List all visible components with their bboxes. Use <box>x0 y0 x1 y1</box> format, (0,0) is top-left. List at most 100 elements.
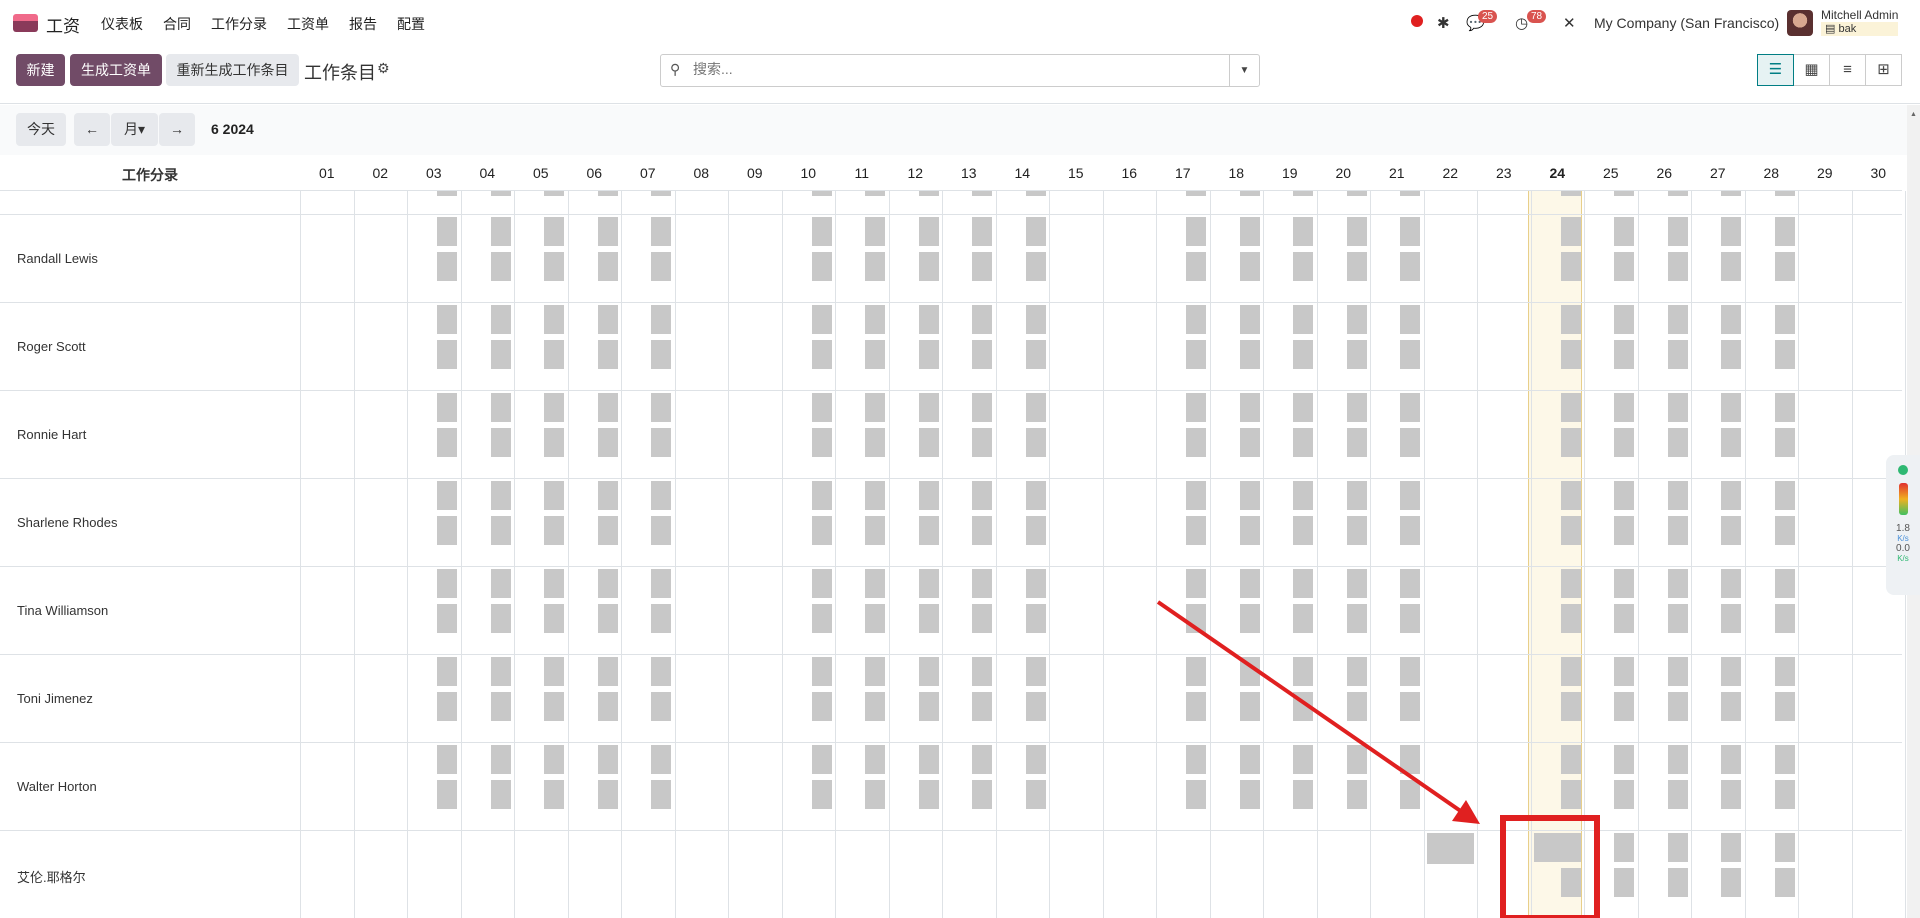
work-entry-bar[interactable] <box>1346 217 1367 246</box>
work-entry-bar[interactable] <box>1614 868 1634 897</box>
work-entry-bar[interactable] <box>1186 604 1206 633</box>
work-entry-bar[interactable] <box>651 481 671 510</box>
bug-icon[interactable]: ✱ <box>1437 14 1450 32</box>
regenerate-work-entries-button[interactable]: 重新生成工作条目 <box>166 54 299 86</box>
work-entry-bar[interactable] <box>1667 252 1688 281</box>
work-entry-bar[interactable] <box>490 217 511 246</box>
work-entry-bar[interactable] <box>972 217 992 246</box>
work-entry-bar[interactable] <box>1400 569 1420 598</box>
work-entry-bar[interactable] <box>490 481 511 510</box>
work-entry-bar[interactable] <box>811 692 832 721</box>
work-entry-bar[interactable] <box>865 393 885 422</box>
work-entry-bar[interactable] <box>651 217 671 246</box>
work-entry-bar[interactable] <box>1293 516 1313 545</box>
work-entry-bar[interactable] <box>651 340 671 369</box>
work-entry-bar[interactable] <box>1239 305 1260 334</box>
work-entry-bar[interactable] <box>1560 481 1581 510</box>
work-entry-bar[interactable] <box>1239 428 1260 457</box>
work-entry-bar[interactable] <box>1239 604 1260 633</box>
work-entry-bar[interactable] <box>811 516 832 545</box>
work-entry-bar[interactable] <box>437 305 457 334</box>
work-entry-bar[interactable] <box>437 516 457 545</box>
work-entry-bar[interactable] <box>1400 780 1420 809</box>
work-entry-bar[interactable] <box>597 217 618 246</box>
work-entry-bar[interactable] <box>1560 657 1581 686</box>
work-entry-bar[interactable] <box>811 481 832 510</box>
work-entry-bar[interactable] <box>1721 604 1741 633</box>
work-entry-bar[interactable] <box>1400 428 1420 457</box>
work-entry-bar[interactable] <box>918 780 939 809</box>
menu-dashboard[interactable]: 仪表板 <box>101 14 143 34</box>
work-entry-bar[interactable] <box>437 745 457 774</box>
work-entry-bar[interactable] <box>1667 569 1688 598</box>
work-entry-bar[interactable] <box>490 252 511 281</box>
work-entry-bar[interactable] <box>490 516 511 545</box>
work-entry-bar[interactable] <box>918 191 939 196</box>
work-entry-bar[interactable] <box>1400 340 1420 369</box>
work-entry-bar[interactable] <box>1239 340 1260 369</box>
work-entry-bar[interactable] <box>1346 516 1367 545</box>
work-entry-bar[interactable] <box>544 569 564 598</box>
work-entry-bar[interactable] <box>1025 217 1046 246</box>
payroll-app-icon[interactable] <box>13 14 38 32</box>
work-entry-bar[interactable] <box>1346 252 1367 281</box>
work-entry-bar[interactable] <box>1025 780 1046 809</box>
work-entry-bar[interactable] <box>490 305 511 334</box>
work-entry-bar[interactable] <box>918 692 939 721</box>
app-name[interactable]: 工资 <box>46 12 80 37</box>
work-entry-bar[interactable] <box>544 305 564 334</box>
scroll-up-icon[interactable]: ▲ <box>1910 111 1917 118</box>
work-entry-bar[interactable] <box>1346 428 1367 457</box>
work-entry-bar[interactable] <box>972 692 992 721</box>
work-entry-bar[interactable] <box>1721 393 1741 422</box>
work-entry-bar[interactable] <box>490 780 511 809</box>
work-entry-bar[interactable] <box>1346 604 1367 633</box>
work-entry-bar[interactable] <box>1186 692 1206 721</box>
work-entry-bar[interactable] <box>1721 516 1741 545</box>
work-entry-bar[interactable] <box>1186 252 1206 281</box>
work-entry-bar[interactable] <box>597 692 618 721</box>
work-entry-bar[interactable] <box>597 305 618 334</box>
work-entry-bar[interactable] <box>972 481 992 510</box>
work-entry-bar[interactable] <box>1400 745 1420 774</box>
work-entry-bar[interactable] <box>1400 191 1420 196</box>
work-entry-bar[interactable] <box>1533 833 1581 862</box>
work-entry-bar[interactable] <box>1560 569 1581 598</box>
work-entry-bar[interactable] <box>1774 516 1795 545</box>
work-entry-bar[interactable] <box>918 217 939 246</box>
work-entry-bar[interactable] <box>1614 833 1634 862</box>
menu-reporting[interactable]: 报告 <box>349 14 377 34</box>
work-entry-bar[interactable] <box>437 657 457 686</box>
work-entry-bar[interactable] <box>544 393 564 422</box>
work-entry-bar[interactable] <box>1186 217 1206 246</box>
work-entry-bar[interactable] <box>1346 780 1367 809</box>
work-entry-bar[interactable] <box>811 191 832 196</box>
work-entry-bar[interactable] <box>437 780 457 809</box>
work-entry-bar[interactable] <box>437 604 457 633</box>
work-entry-bar[interactable] <box>544 780 564 809</box>
gantt-row-name[interactable]: Ronnie Hart <box>17 427 86 442</box>
work-entry-bar[interactable] <box>918 393 939 422</box>
work-entry-bar[interactable] <box>544 657 564 686</box>
work-entry-bar[interactable] <box>437 191 457 196</box>
work-entry-bar[interactable] <box>1614 692 1634 721</box>
work-entry-bar[interactable] <box>972 393 992 422</box>
work-entry-bar[interactable] <box>544 428 564 457</box>
work-entry-bar[interactable] <box>1239 393 1260 422</box>
work-entry-bar[interactable] <box>1614 657 1634 686</box>
work-entry-bar[interactable] <box>1400 516 1420 545</box>
work-entry-bar[interactable] <box>865 252 885 281</box>
work-entry-bar[interactable] <box>437 428 457 457</box>
work-entry-bar[interactable] <box>437 481 457 510</box>
work-entry-bar[interactable] <box>437 569 457 598</box>
work-entry-bar[interactable] <box>1721 340 1741 369</box>
work-entry-bar[interactable] <box>1239 252 1260 281</box>
work-entry-bar[interactable] <box>1774 657 1795 686</box>
work-entry-bar[interactable] <box>918 657 939 686</box>
work-entry-bar[interactable] <box>1721 428 1741 457</box>
gantt-row-name[interactable]: Randall Lewis <box>17 251 98 266</box>
work-entry-bar[interactable] <box>651 604 671 633</box>
work-entry-bar[interactable] <box>1774 217 1795 246</box>
work-entry-bar[interactable] <box>1025 481 1046 510</box>
gear-icon[interactable]: ⚙ <box>377 60 390 77</box>
